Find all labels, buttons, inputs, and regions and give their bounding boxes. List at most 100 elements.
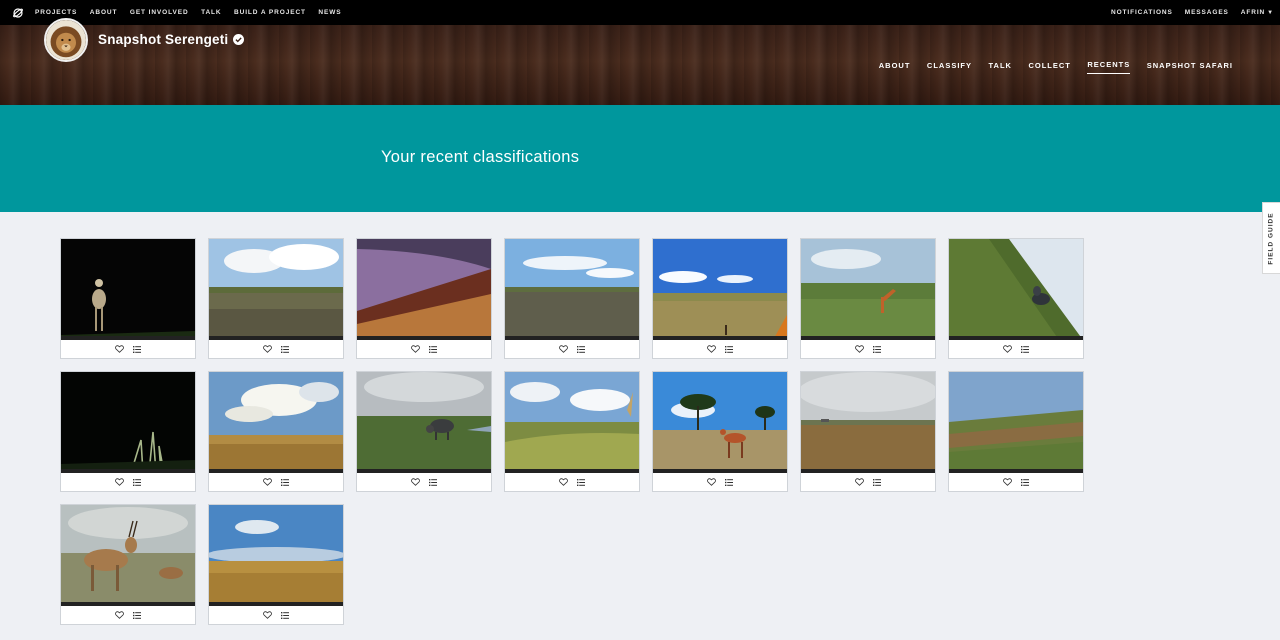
subject-thumbnail[interactable] — [801, 239, 935, 340]
subject-thumbnail[interactable] — [653, 239, 787, 340]
classification-card — [652, 371, 788, 492]
project-nav-snapshot-safari[interactable]: SNAPSHOT SAFARI — [1147, 57, 1233, 74]
global-nav: PROJECTS ABOUT GET INVOLVED TALK BUILD A… — [35, 9, 354, 16]
add-to-collection-button[interactable] — [130, 476, 144, 488]
favorite-button[interactable] — [260, 609, 274, 621]
subject-thumbnail[interactable] — [209, 239, 343, 340]
add-to-collection-button[interactable] — [278, 476, 292, 488]
card-actions — [357, 340, 491, 358]
nav-news[interactable]: NEWS — [318, 9, 341, 16]
add-to-collection-button[interactable] — [1018, 476, 1032, 488]
classification-card — [60, 238, 196, 359]
list-icon — [1021, 478, 1029, 486]
account-menu[interactable]: AFRIN ▼ — [1241, 9, 1274, 16]
heart-icon — [558, 345, 568, 353]
favorite-button[interactable] — [852, 343, 866, 355]
favorite-button[interactable] — [408, 476, 422, 488]
project-nav-talk[interactable]: TALK — [989, 57, 1012, 74]
add-to-collection-button[interactable] — [574, 476, 588, 488]
heart-icon — [410, 345, 420, 353]
subject-thumbnail[interactable] — [209, 505, 343, 606]
list-icon — [725, 478, 733, 486]
add-to-collection-button[interactable] — [1018, 343, 1032, 355]
card-actions — [949, 340, 1083, 358]
classification-card — [356, 238, 492, 359]
list-icon — [133, 345, 141, 353]
add-to-collection-button[interactable] — [722, 343, 736, 355]
account-name: AFRIN — [1240, 9, 1266, 16]
project-nav: ABOUT CLASSIFY TALK COLLECT RECENTS SNAP… — [862, 25, 1233, 105]
project-nav-classify[interactable]: CLASSIFY — [927, 57, 972, 74]
subject-thumbnail[interactable] — [61, 505, 195, 606]
project-nav-collect[interactable]: COLLECT — [1028, 57, 1070, 74]
heart-icon — [114, 478, 124, 486]
heart-icon — [854, 478, 864, 486]
favorite-button[interactable] — [260, 343, 274, 355]
subject-thumbnail[interactable] — [653, 372, 787, 473]
subject-thumbnail[interactable] — [209, 372, 343, 473]
nav-messages[interactable]: MESSAGES — [1185, 9, 1229, 16]
add-to-collection-button[interactable] — [574, 343, 588, 355]
card-actions — [209, 340, 343, 358]
subject-thumbnail[interactable] — [357, 239, 491, 340]
add-to-collection-button[interactable] — [278, 343, 292, 355]
favorite-button[interactable] — [112, 343, 126, 355]
card-actions — [61, 473, 195, 491]
subject-thumbnail[interactable] — [61, 239, 195, 340]
favorite-button[interactable] — [704, 343, 718, 355]
classification-card — [208, 238, 344, 359]
project-title[interactable]: Snapshot Serengeti — [98, 32, 228, 47]
subject-thumbnail[interactable] — [949, 239, 1083, 340]
classification-card — [504, 238, 640, 359]
favorite-button[interactable] — [260, 476, 274, 488]
card-actions — [949, 473, 1083, 491]
verified-badge-icon — [233, 33, 244, 45]
favorite-button[interactable] — [556, 343, 570, 355]
card-actions — [209, 473, 343, 491]
favorite-button[interactable] — [852, 476, 866, 488]
nav-about[interactable]: ABOUT — [90, 9, 118, 16]
project-nav-about[interactable]: ABOUT — [879, 57, 911, 74]
add-to-collection-button[interactable] — [426, 476, 440, 488]
favorite-button[interactable] — [408, 343, 422, 355]
add-to-collection-button[interactable] — [426, 343, 440, 355]
nav-build-a-project[interactable]: BUILD A PROJECT — [234, 9, 306, 16]
project-avatar[interactable] — [44, 18, 88, 62]
heart-icon — [262, 345, 272, 353]
subject-thumbnail[interactable] — [357, 372, 491, 473]
favorite-button[interactable] — [1000, 476, 1014, 488]
subject-thumbnail[interactable] — [505, 239, 639, 340]
favorite-button[interactable] — [556, 476, 570, 488]
list-icon — [429, 478, 437, 486]
favorite-button[interactable] — [1000, 343, 1014, 355]
subject-thumbnail[interactable] — [801, 372, 935, 473]
add-to-collection-button[interactable] — [870, 476, 884, 488]
nav-notifications[interactable]: NOTIFICATIONS — [1111, 9, 1173, 16]
heart-icon — [410, 478, 420, 486]
list-icon — [133, 478, 141, 486]
nav-projects[interactable]: PROJECTS — [35, 9, 77, 16]
favorite-button[interactable] — [704, 476, 718, 488]
nav-get-involved[interactable]: GET INVOLVED — [130, 9, 189, 16]
heart-icon — [854, 345, 864, 353]
subject-thumbnail[interactable] — [949, 372, 1083, 473]
add-to-collection-button[interactable] — [870, 343, 884, 355]
subject-thumbnail[interactable] — [61, 372, 195, 473]
add-to-collection-button[interactable] — [278, 609, 292, 621]
favorite-button[interactable] — [112, 476, 126, 488]
add-to-collection-button[interactable] — [130, 609, 144, 621]
project-nav-recents[interactable]: RECENTS — [1087, 56, 1131, 74]
classification-card — [800, 238, 936, 359]
classification-card — [60, 371, 196, 492]
heart-icon — [114, 345, 124, 353]
add-to-collection-button[interactable] — [130, 343, 144, 355]
favorite-button[interactable] — [112, 609, 126, 621]
card-actions — [505, 340, 639, 358]
list-icon — [577, 345, 585, 353]
add-to-collection-button[interactable] — [722, 476, 736, 488]
zooniverse-logo-icon[interactable] — [12, 7, 24, 19]
nav-talk[interactable]: TALK — [201, 9, 221, 16]
subject-thumbnail[interactable] — [505, 372, 639, 473]
field-guide-tab[interactable]: FIELD GUIDE — [1262, 202, 1280, 274]
card-actions — [61, 340, 195, 358]
